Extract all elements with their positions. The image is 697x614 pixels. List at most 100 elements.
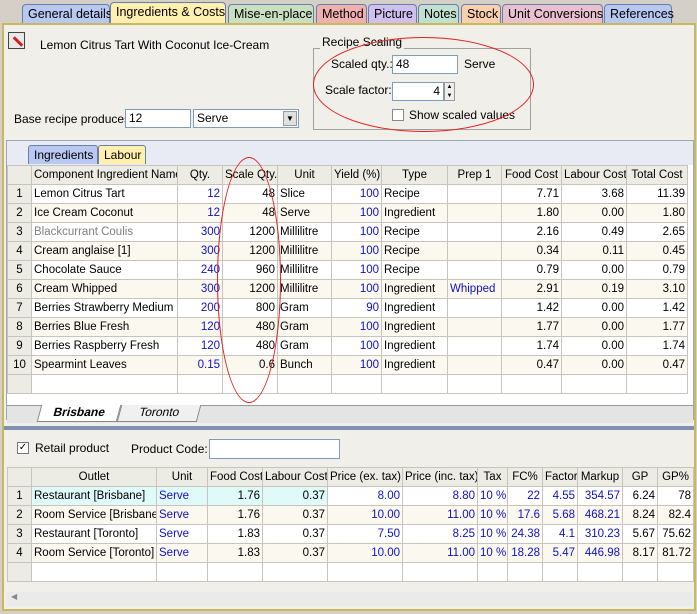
table-cell[interactable]: 354.57 (577, 486, 623, 506)
table-cell[interactable]: 300 (177, 241, 223, 261)
table-cell[interactable]: 4 (7, 543, 32, 563)
table-cell[interactable]: 480 (222, 336, 278, 356)
table-cell[interactable] (447, 260, 502, 280)
table-cell[interactable]: Spearmint Leaves (31, 355, 178, 375)
table-cell[interactable]: 1.80 (626, 203, 688, 223)
table-cell[interactable]: 10 % (477, 486, 508, 506)
table-cell[interactable]: Millilitre (277, 279, 332, 299)
table-cell[interactable]: Whipped (447, 279, 502, 299)
table-cell[interactable]: Serve (156, 524, 208, 544)
table-cell[interactable]: 8.25 (402, 524, 478, 544)
table-cell[interactable]: 100 (331, 222, 382, 242)
table-cell[interactable] (447, 355, 502, 375)
tab-unit-conversions[interactable]: Unit Conversions (502, 4, 603, 24)
table-cell[interactable]: 5.68 (542, 505, 578, 525)
table-cell[interactable]: 6.24 (622, 486, 658, 506)
table-row[interactable]: 7Berries Strawberry Medium Fresh200800Gr… (7, 298, 688, 318)
table-cell[interactable]: Ingredient (381, 279, 448, 299)
outlet-tab-toronto[interactable]: Toronto (116, 405, 202, 422)
table-cell[interactable]: Chocolate Sauce (31, 260, 178, 280)
table-cell[interactable] (447, 222, 502, 242)
column-header[interactable]: Markup (577, 467, 623, 487)
table-cell[interactable] (447, 184, 502, 204)
table-cell[interactable]: 1.74 (501, 336, 562, 356)
table-cell[interactable]: Gram (277, 298, 332, 318)
table-cell[interactable]: 3 (7, 222, 32, 242)
table-cell[interactable]: Ingredient (381, 298, 448, 318)
table-cell[interactable]: 11.39 (626, 184, 688, 204)
table-cell[interactable]: 1200 (222, 279, 278, 299)
table-cell[interactable]: 100 (331, 279, 382, 299)
table-cell[interactable]: 82.4 (657, 505, 694, 525)
table-cell[interactable]: 0.49 (561, 222, 627, 242)
table-cell[interactable]: 120 (177, 317, 223, 337)
table-cell[interactable]: 17.6 (507, 505, 543, 525)
table-cell[interactable]: 240 (177, 260, 223, 280)
table-cell[interactable]: 78 (657, 486, 694, 506)
table-cell[interactable]: Ice Cream Coconut (31, 203, 178, 223)
table-cell[interactable]: 1.42 (626, 298, 688, 318)
column-header[interactable]: Qty. (177, 165, 223, 185)
table-cell[interactable]: 120 (177, 336, 223, 356)
table-cell[interactable]: 0.11 (561, 241, 627, 261)
table-cell[interactable]: 8 (7, 317, 32, 337)
table-cell[interactable]: 8.00 (327, 486, 403, 506)
table-cell[interactable]: 1.77 (501, 317, 562, 337)
table-cell[interactable]: 10 % (477, 524, 508, 544)
table-cell[interactable]: 1 (7, 184, 32, 204)
table-cell[interactable]: 0.45 (626, 241, 688, 261)
table-cell[interactable]: Recipe (381, 260, 448, 280)
table-row[interactable]: 4 Room Service [Toronto] Serve 1.83 0.37 10.0… (7, 543, 694, 563)
table-cell[interactable]: 1.74 (626, 336, 688, 356)
column-header[interactable]: Labour Cost (561, 165, 627, 185)
table-cell[interactable]: Room Service [Toronto] (31, 543, 157, 563)
table-cell[interactable]: Room Service [Brisbane] (31, 505, 157, 525)
column-header[interactable]: Tax (477, 467, 508, 487)
column-header[interactable]: Labour Cost (262, 467, 328, 487)
table-cell[interactable]: 300 (177, 222, 223, 242)
table-row[interactable]: 10 Spearmint Leaves 0.15 0.6 Bunch 100 Ingredi… (7, 355, 688, 375)
table-cell[interactable]: 0.79 (626, 260, 688, 280)
table-cell[interactable]: 12 (177, 184, 223, 204)
tab-general-details[interactable]: General details (22, 4, 112, 24)
base-unit-select[interactable]: Serve ▼ (193, 109, 299, 128)
table-cell[interactable]: Serve (156, 486, 208, 506)
splitter[interactable] (4, 426, 694, 430)
table-cell[interactable]: Berries Raspberry Fresh (31, 336, 178, 356)
column-header[interactable]: FC% (507, 467, 543, 487)
table-cell[interactable]: 11.00 (402, 543, 478, 563)
table-cell[interactable]: 75.62 (657, 524, 694, 544)
table-cell[interactable]: 0.00 (561, 336, 627, 356)
table-cell[interactable]: 3.68 (561, 184, 627, 204)
column-header[interactable]: Food Cost (207, 467, 263, 487)
table-cell[interactable]: Ingredient (381, 336, 448, 356)
tab-method[interactable]: Method (316, 4, 367, 24)
table-cell[interactable]: 12 (177, 203, 223, 223)
column-header[interactable]: Factor (542, 467, 578, 487)
tab-ingredients[interactable]: Ingredients (28, 145, 98, 164)
table-cell[interactable]: 0.37 (262, 524, 328, 544)
table-cell[interactable]: 100 (331, 317, 382, 337)
empty-row[interactable] (7, 562, 694, 582)
table-cell[interactable]: 0.6 (222, 355, 278, 375)
table-cell[interactable] (447, 241, 502, 261)
column-header[interactable]: Unit (277, 165, 332, 185)
horizontal-scrollbar[interactable]: ◀ (7, 592, 693, 606)
column-header[interactable]: Price (ex. tax) (327, 467, 403, 487)
table-cell[interactable]: 4 (7, 241, 32, 261)
scale-factor-input[interactable]: 4 (392, 82, 444, 101)
table-cell[interactable]: Recipe (381, 184, 448, 204)
table-cell[interactable]: 100 (331, 336, 382, 356)
table-cell[interactable]: 0.19 (561, 279, 627, 299)
table-cell[interactable]: Restaurant [Brisbane] (31, 486, 157, 506)
table-row[interactable]: 2 Room Service [Brisbane] Serve 1.76 0.37 10.… (7, 505, 694, 525)
table-cell[interactable]: 5.47 (542, 543, 578, 563)
table-cell[interactable]: 200 (177, 298, 223, 318)
table-cell[interactable]: 0.00 (561, 298, 627, 318)
scaled-qty-input[interactable]: 48 (392, 55, 458, 74)
table-cell[interactable] (447, 203, 502, 223)
table-cell[interactable]: 0.15 (177, 355, 223, 375)
table-cell[interactable]: 2.65 (626, 222, 688, 242)
table-cell[interactable]: 3 (7, 524, 32, 544)
table-cell[interactable]: 100 (331, 260, 382, 280)
